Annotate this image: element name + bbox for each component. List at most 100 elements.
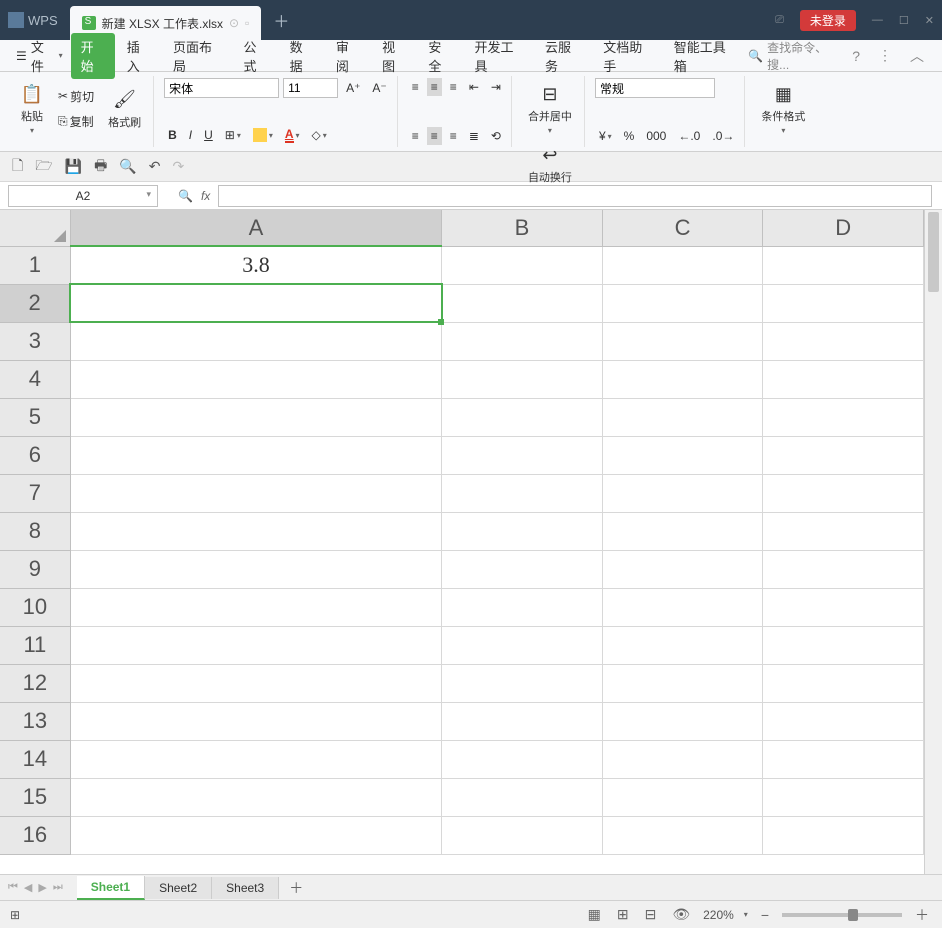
fx-icon[interactable]: fx <box>201 189 210 203</box>
sheet-tab-3[interactable]: Sheet3 <box>212 877 279 899</box>
close-icon[interactable]: ✕ <box>925 14 934 27</box>
last-sheet-icon[interactable]: ⏭ <box>53 881 63 894</box>
sheet-tab-1[interactable]: Sheet1 <box>77 876 145 900</box>
number-format-select[interactable] <box>595 78 715 98</box>
cell-C2[interactable] <box>602 284 763 322</box>
normal-view-icon[interactable]: ▦ <box>585 906 604 923</box>
help-icon[interactable]: ? <box>844 48 868 64</box>
extras-icon[interactable]: ⎚ <box>775 14 784 27</box>
cell-B1[interactable] <box>442 246 603 284</box>
open-icon[interactable]: 🗁 <box>35 155 52 179</box>
select-all-corner[interactable] <box>0 210 70 246</box>
tab-cloud[interactable]: 云服务 <box>535 33 591 79</box>
name-box[interactable]: A2 <box>8 185 158 207</box>
minimize-icon[interactable]: — <box>872 14 883 26</box>
next-sheet-icon[interactable]: ▶ <box>38 881 46 894</box>
indent-decrease-button[interactable]: ⇤ <box>465 78 483 96</box>
spreadsheet-grid[interactable]: A B C D 13.8 2 3 4 5 6 7 8 9 10 11 12 13… <box>0 210 924 855</box>
login-badge[interactable]: 未登录 <box>800 10 856 31</box>
vertical-scrollbar[interactable] <box>924 210 942 874</box>
prev-sheet-icon[interactable]: ◀ <box>24 881 32 894</box>
redo-icon[interactable]: ↷ <box>172 158 184 175</box>
tab-insert[interactable]: 插入 <box>117 33 161 79</box>
italic-button[interactable]: I <box>185 126 196 144</box>
comma-button[interactable]: 000 <box>642 127 670 145</box>
row-header-2[interactable]: 2 <box>0 284 70 322</box>
align-center-button[interactable]: ≡ <box>427 127 442 145</box>
format-painter-button[interactable]: 🖌 格式刷 <box>102 84 147 134</box>
merge-center-button[interactable]: ⊟ 合并居中▾ <box>522 78 578 139</box>
col-header-D[interactable]: D <box>763 210 924 246</box>
font-name-select[interactable] <box>164 78 279 98</box>
align-right-button[interactable]: ≡ <box>446 127 461 145</box>
print-icon[interactable]: 🖶 <box>94 155 107 179</box>
reading-view-icon[interactable]: 👁 <box>669 906 693 923</box>
col-header-A[interactable]: A <box>70 210 441 246</box>
new-icon[interactable]: 🗋 <box>12 155 23 179</box>
increase-font-button[interactable]: A⁺ <box>342 79 364 97</box>
command-search[interactable]: 🔍 查找命令、搜... <box>748 39 842 73</box>
align-bottom-button[interactable]: ≡ <box>446 78 461 96</box>
zoom-out-button[interactable]: − <box>758 907 772 923</box>
tab-detach-icon[interactable]: ▫ <box>245 16 249 30</box>
tab-devtools[interactable]: 开发工具 <box>465 33 533 79</box>
tab-view[interactable]: 视图 <box>372 33 416 79</box>
align-left-button[interactable]: ≡ <box>408 127 423 145</box>
add-sheet-button[interactable]: ＋ <box>279 878 313 898</box>
row-header-9[interactable]: 9 <box>0 550 70 588</box>
row-header-7[interactable]: 7 <box>0 474 70 512</box>
status-icon[interactable]: ⊞ <box>10 908 20 922</box>
cell-D1[interactable] <box>763 246 924 284</box>
col-header-B[interactable]: B <box>442 210 603 246</box>
paste-button[interactable]: 📋 粘贴▾ <box>14 78 50 139</box>
row-header-11[interactable]: 11 <box>0 626 70 664</box>
border-button[interactable]: ⊞▾ <box>221 126 245 144</box>
percent-button[interactable]: % <box>620 127 639 145</box>
clear-format-button[interactable]: ◇▾ <box>308 126 331 144</box>
save-icon[interactable]: 💾 <box>65 158 82 175</box>
tab-menu-icon[interactable]: ⊙ <box>229 16 239 30</box>
file-menu[interactable]: 文件 ▾ <box>10 37 69 75</box>
row-header-5[interactable]: 5 <box>0 398 70 436</box>
tab-dochelper[interactable]: 文档助手 <box>593 33 661 79</box>
cell-B2[interactable] <box>442 284 603 322</box>
underline-button[interactable]: U <box>200 126 217 144</box>
print-preview-icon[interactable]: 🔍 <box>119 158 136 175</box>
row-header-14[interactable]: 14 <box>0 740 70 778</box>
row-header-10[interactable]: 10 <box>0 588 70 626</box>
justify-button[interactable]: ≣ <box>465 127 483 145</box>
decrease-font-button[interactable]: A⁻ <box>368 79 390 97</box>
tab-pagelayout[interactable]: 页面布局 <box>163 33 231 79</box>
fill-color-button[interactable]: ▾ <box>249 126 277 144</box>
undo-icon[interactable]: ↶ <box>149 158 161 175</box>
row-header-16[interactable]: 16 <box>0 816 70 854</box>
font-size-select[interactable] <box>283 78 338 98</box>
orientation-button[interactable]: ⟲ <box>487 127 505 145</box>
sheet-tab-2[interactable]: Sheet2 <box>145 877 212 899</box>
zoom-level[interactable]: 220% <box>703 908 734 922</box>
page-break-icon[interactable]: ⊟ <box>642 906 660 923</box>
tab-review[interactable]: 审阅 <box>326 33 370 79</box>
align-top-button[interactable]: ≡ <box>408 78 423 96</box>
maximize-icon[interactable]: ☐ <box>899 14 909 27</box>
row-header-3[interactable]: 3 <box>0 322 70 360</box>
zoom-slider[interactable] <box>782 913 902 917</box>
page-layout-icon[interactable]: ⊞ <box>614 906 632 923</box>
currency-button[interactable]: ¥▾ <box>595 127 616 145</box>
align-middle-button[interactable]: ≡ <box>427 78 442 96</box>
row-header-12[interactable]: 12 <box>0 664 70 702</box>
cut-button[interactable]: ✂剪切 <box>54 86 98 107</box>
formula-input[interactable] <box>218 185 932 207</box>
first-sheet-icon[interactable]: ⏮ <box>8 881 18 894</box>
row-header-8[interactable]: 8 <box>0 512 70 550</box>
tab-data[interactable]: 数据 <box>280 33 324 79</box>
increase-decimal-button[interactable]: ←.0 <box>674 127 704 145</box>
decrease-decimal-button[interactable]: .0→ <box>708 127 738 145</box>
copy-button[interactable]: ⎘复制 <box>54 111 98 132</box>
cell-D2[interactable] <box>763 284 924 322</box>
row-header-1[interactable]: 1 <box>0 246 70 284</box>
col-header-C[interactable]: C <box>602 210 763 246</box>
tab-formula[interactable]: 公式 <box>233 33 277 79</box>
row-header-4[interactable]: 4 <box>0 360 70 398</box>
row-header-6[interactable]: 6 <box>0 436 70 474</box>
